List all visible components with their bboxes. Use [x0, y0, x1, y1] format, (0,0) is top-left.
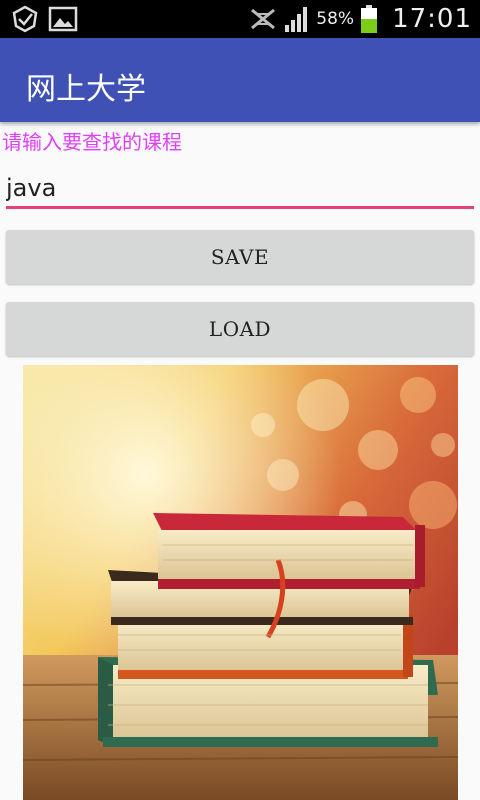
books-photo [23, 365, 458, 800]
gallery-icon [48, 6, 78, 32]
battery-percent: 58% [316, 9, 355, 29]
search-prompt-label: 请输入要查找的课程 [2, 130, 182, 154]
app-bar: 网上大学 [0, 38, 480, 122]
status-left-icons [10, 4, 78, 34]
status-right-icons: 58% 17:01 [248, 0, 472, 38]
status-bar: 58% 17:01 [0, 0, 480, 38]
app-notification-icon [12, 5, 38, 33]
mute-icon [251, 8, 276, 30]
clock: 17:01 [392, 4, 472, 34]
save-button[interactable]: SAVE [6, 230, 474, 284]
signal-icon [285, 7, 308, 32]
load-button[interactable]: LOAD [6, 302, 474, 356]
screen: 58% 17:01 网上大学 请输入要查找的课程 SAVE LOAD [0, 0, 480, 800]
app-title: 网上大学 [26, 72, 146, 107]
books-illustration [23, 365, 458, 800]
battery-icon [361, 5, 378, 33]
course-search-input[interactable] [6, 170, 474, 209]
